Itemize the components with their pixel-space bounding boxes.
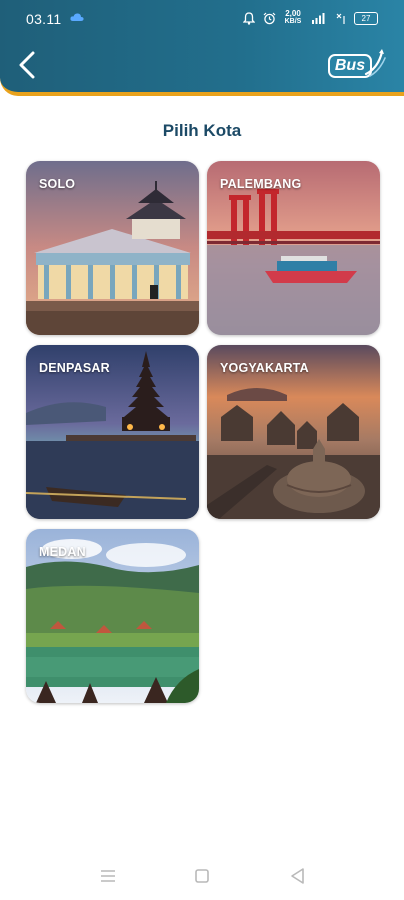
city-label: MEDAN (39, 545, 86, 559)
triangle-back-icon[interactable] (288, 866, 308, 886)
signal-icon (312, 13, 325, 24)
city-label: DENPASAR (39, 361, 110, 375)
network-speed-value: 2,00 (285, 9, 301, 18)
status-time: 03.11 (26, 11, 62, 27)
cloud-icon (70, 13, 84, 21)
app-logo: Bus (328, 48, 386, 82)
alarm-icon (263, 12, 276, 24)
city-card-medan[interactable]: MEDAN (26, 529, 199, 703)
city-card-solo[interactable]: SOLO (26, 161, 199, 335)
status-bar: 03.11 2,00 KB/S 27 (0, 0, 404, 36)
menu-lines-icon[interactable] (98, 866, 118, 886)
city-label: PALEMBANG (220, 177, 302, 191)
signal-off-icon (336, 13, 345, 24)
app-header: 03.11 2,00 KB/S 27 Bus (0, 0, 404, 96)
system-nav-bar (0, 858, 404, 894)
city-card-denpasar[interactable]: DENPASAR (26, 345, 199, 519)
back-button[interactable] (14, 50, 40, 80)
city-card-yogyakarta[interactable]: YOGYAKARTA (207, 345, 380, 519)
chevron-left-icon (19, 51, 35, 79)
network-speed-unit: KB/S (284, 18, 302, 25)
city-label: YOGYAKARTA (220, 361, 309, 375)
battery-indicator: 27 (354, 11, 378, 25)
square-icon[interactable] (192, 866, 212, 886)
swoosh-icon (364, 49, 386, 77)
bell-mute-icon (243, 11, 255, 25)
city-label: SOLO (39, 177, 76, 191)
network-speed: 2,00 KB/S (284, 10, 302, 26)
page-title: Pilih Kota (162, 121, 242, 140)
city-card-palembang[interactable]: PALEMBANG (207, 161, 380, 335)
